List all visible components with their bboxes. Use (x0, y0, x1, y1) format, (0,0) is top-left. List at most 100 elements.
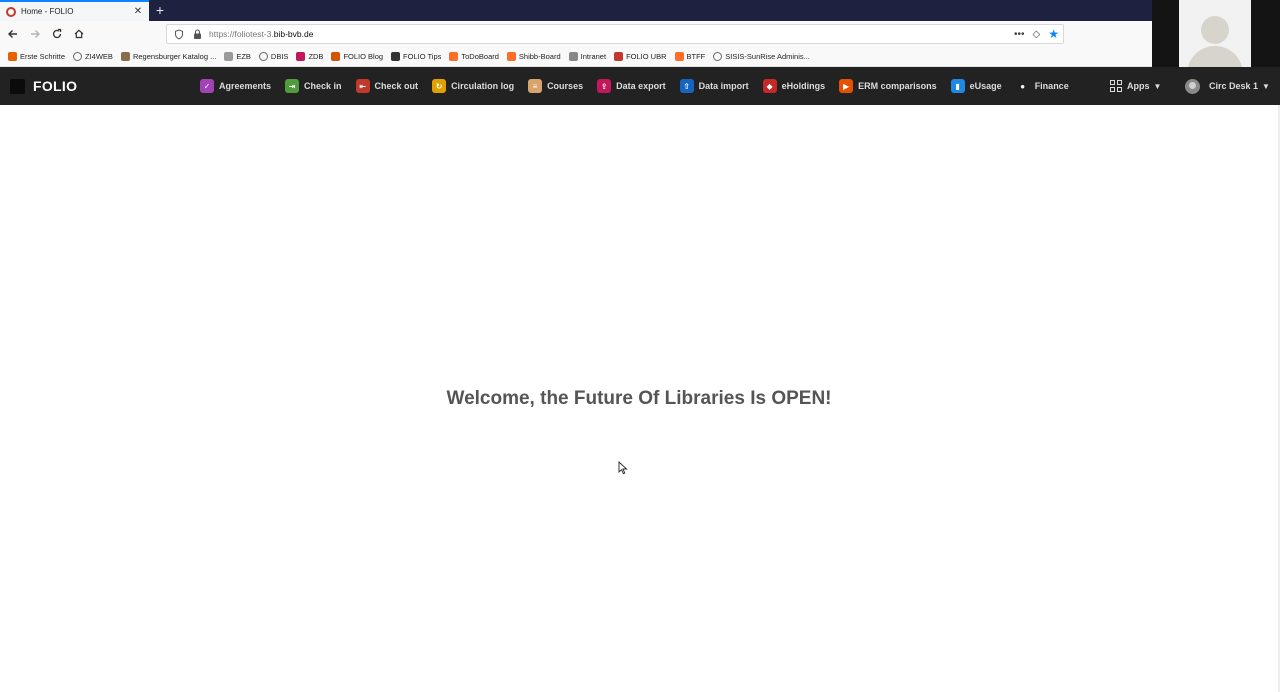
url-text[interactable]: https://foliotest-3.bib-bvb.de (209, 29, 313, 39)
app-check-in[interactable]: ⇥ Check in (285, 67, 342, 105)
folio-logo-text: FOLIO (33, 78, 78, 94)
bookmark-label: Regensburger Katalog ... (132, 52, 217, 61)
erm-comparisons-icon: ▶ (839, 79, 854, 93)
check-out-icon: ⇤ (355, 79, 370, 93)
mouse-cursor-icon (618, 461, 628, 475)
bookmark-item[interactable]: ToDoBoard (449, 52, 499, 61)
app-check-out[interactable]: ⇤ Check out (355, 67, 418, 105)
page-actions-icon[interactable]: ••• (1014, 29, 1025, 40)
home-icon[interactable] (70, 25, 88, 43)
bookmark-item[interactable]: Regensburger Katalog ... (120, 52, 217, 61)
bookmark-item[interactable]: SISIS-SunRise Adminis... (713, 52, 810, 61)
lock-icon[interactable] (191, 28, 203, 40)
user-menu-button[interactable]: Circ Desk 1 ▼ (1185, 67, 1270, 105)
folio-logo[interactable]: FOLIO (10, 78, 77, 94)
apps-menu-button[interactable]: Apps ▼ (1110, 67, 1161, 105)
app-data-import[interactable]: ⇧ Data import (679, 67, 749, 105)
gitlab-icon (674, 52, 684, 61)
bookmark-label: ToDoBoard (461, 52, 499, 61)
app-erm-comparisons[interactable]: ▶ ERM comparisons (839, 67, 937, 105)
ezb-icon (224, 52, 234, 61)
app-label: Data import (698, 81, 749, 91)
eusage-icon: ▮ (950, 79, 965, 93)
bookmark-item[interactable]: EZB (224, 52, 251, 61)
url-bar[interactable]: https://foliotest-3.bib-bvb.de ••• ◇ ★ (166, 24, 1064, 44)
user-avatar-icon (1185, 78, 1200, 94)
finance-icon: ● (1015, 79, 1030, 93)
folio-icon (331, 52, 341, 61)
data-export-icon: ⇪ (597, 79, 612, 93)
url-domain: bib-bvb.de (273, 29, 314, 39)
app-circulation-log[interactable]: ↻ Circulation log (432, 67, 514, 105)
folio-app-header: FOLIO ✓ Agreements ⇥ Check in ⇤ Check out ↻ Cir… (0, 67, 1280, 105)
welcome-message: Welcome, the Future Of Libraries Is OPEN… (446, 388, 832, 409)
apps-menu-label: Apps (1127, 81, 1150, 91)
library-icon (120, 52, 130, 61)
back-arrow-icon[interactable] (4, 25, 22, 43)
globe-icon (73, 52, 83, 61)
bookmark-item[interactable]: ZDB (296, 52, 323, 61)
target-icon (614, 52, 624, 61)
bookmark-item[interactable]: FOLIO Tips (391, 52, 441, 61)
app-data-export[interactable]: ⇪ Data export (597, 67, 666, 105)
folio-favicon-icon (6, 6, 16, 17)
app-eusage[interactable]: ▮ eUsage (950, 67, 1002, 105)
app-agreements[interactable]: ✓ Agreements (200, 67, 271, 105)
bookmarks-toolbar: Erste Schritte ZI4WEB Regensburger Katalog… (0, 47, 1152, 67)
app-eholdings[interactable]: ◆ eHoldings (762, 67, 826, 105)
tracking-shield-icon[interactable] (173, 28, 185, 40)
eholdings-icon: ◆ (762, 79, 777, 93)
bookmark-item[interactable]: Erste Schritte (8, 52, 65, 61)
courses-icon: ≡ (528, 79, 543, 93)
bookmark-item[interactable]: ZI4WEB (73, 52, 113, 61)
bookmark-label: ZI4WEB (85, 52, 113, 61)
bookmark-item[interactable]: DBIS (258, 52, 289, 61)
folio-icon (391, 52, 401, 61)
bookmark-label: ZDB (308, 52, 324, 61)
app-finance[interactable]: ● Finance (1015, 67, 1069, 105)
bookmark-label: BTFF (686, 52, 706, 61)
webcam-overlay (1152, 0, 1280, 72)
bookmark-label: EZB (236, 52, 251, 61)
chevron-down-icon: ▼ (1153, 81, 1162, 91)
app-label: Finance (1034, 81, 1069, 91)
forward-arrow-icon[interactable] (26, 25, 44, 43)
bookmark-label: FOLIO UBR (626, 52, 667, 61)
bookmark-label: Intranet (580, 52, 607, 61)
bookmark-item[interactable]: FOLIO UBR (614, 52, 667, 61)
zdb-icon (296, 52, 306, 61)
app-label: Agreements (219, 81, 272, 91)
url-prefix: https://foliotest-3. (209, 29, 274, 39)
main-content: Welcome, the Future Of Libraries Is OPEN… (0, 105, 1280, 692)
browser-tab-strip: Home - FOLIO ✕ + (0, 0, 1152, 21)
bookmark-label: FOLIO Blog (343, 52, 384, 61)
bookmark-label: FOLIO Tips (403, 52, 442, 61)
bookmark-star-icon[interactable]: ★ (1048, 27, 1059, 41)
gitlab-icon (506, 52, 516, 61)
bookmark-item[interactable]: Shibb-Board (506, 52, 561, 61)
chevron-down-icon: ▼ (1262, 81, 1270, 91)
intranet-icon (568, 52, 578, 61)
app-label: Data export (616, 81, 666, 91)
check-in-icon: ⇥ (285, 79, 300, 93)
circulation-log-icon: ↻ (432, 79, 447, 93)
bookmark-item[interactable]: BTFF (674, 52, 706, 61)
app-label: eHoldings (781, 81, 826, 91)
bookmark-item[interactable]: FOLIO Blog (331, 52, 383, 61)
apps-grid-icon (1110, 80, 1122, 92)
bookmark-label: DBIS (270, 52, 289, 61)
agreements-icon: ✓ (200, 79, 214, 93)
app-courses[interactable]: ≡ Courses (528, 67, 583, 105)
app-label: Check in (304, 81, 342, 91)
folio-logo-icon (10, 78, 25, 94)
browser-navigation-toolbar: https://foliotest-3.bib-bvb.de ••• ◇ ★ (0, 21, 1152, 47)
reload-icon[interactable] (48, 25, 66, 43)
close-tab-icon[interactable]: ✕ (131, 6, 145, 17)
globe-icon (258, 52, 268, 61)
gitlab-icon (449, 52, 459, 61)
pocket-icon[interactable]: ◇ (1033, 29, 1041, 40)
new-tab-button[interactable]: + (152, 1, 168, 19)
bookmark-item[interactable]: Intranet (568, 52, 607, 61)
globe-icon (713, 52, 723, 61)
browser-tab-home[interactable]: Home - FOLIO ✕ (0, 0, 149, 21)
